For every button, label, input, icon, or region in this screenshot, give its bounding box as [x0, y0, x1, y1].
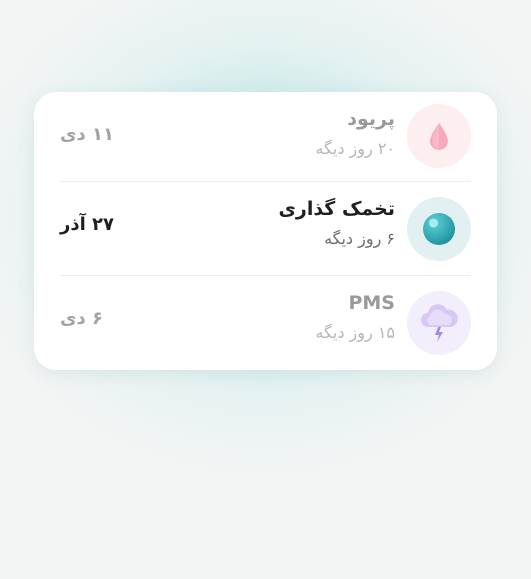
- event-date: ۲۷ آذر: [60, 214, 115, 235]
- ovulation-icon-badge: [407, 197, 471, 261]
- event-date: ۱۱ دی: [60, 124, 114, 145]
- period-icon-badge: [407, 104, 471, 168]
- drop-icon: [430, 123, 448, 150]
- event-countdown: ۱۵ روز دیگه: [315, 323, 395, 342]
- event-countdown: ۶ روز دیگه: [324, 229, 395, 248]
- cycle-widget-card: پریود ۲۰ روز دیگه ۱۱ دی تخمک گذاری ۶ روز…: [34, 92, 497, 370]
- event-title: تخمک گذاری: [278, 198, 395, 220]
- egg-icon: [423, 213, 455, 245]
- event-title: پریود: [347, 108, 395, 130]
- event-countdown: ۲۰ روز دیگه: [315, 139, 395, 158]
- event-row-period[interactable]: پریود ۲۰ روز دیگه ۱۱ دی: [60, 92, 471, 184]
- storm-cloud-icon: [421, 304, 458, 342]
- event-row-ovulation[interactable]: تخمک گذاری ۶ روز دیگه ۲۷ آذر: [60, 181, 471, 274]
- event-row-pms[interactable]: PMS ۱۵ روز دیگه ۶ دی: [60, 275, 471, 368]
- pms-icon-badge: [407, 291, 471, 355]
- event-date: ۶ دی: [60, 308, 104, 329]
- event-title: PMS: [348, 292, 395, 314]
